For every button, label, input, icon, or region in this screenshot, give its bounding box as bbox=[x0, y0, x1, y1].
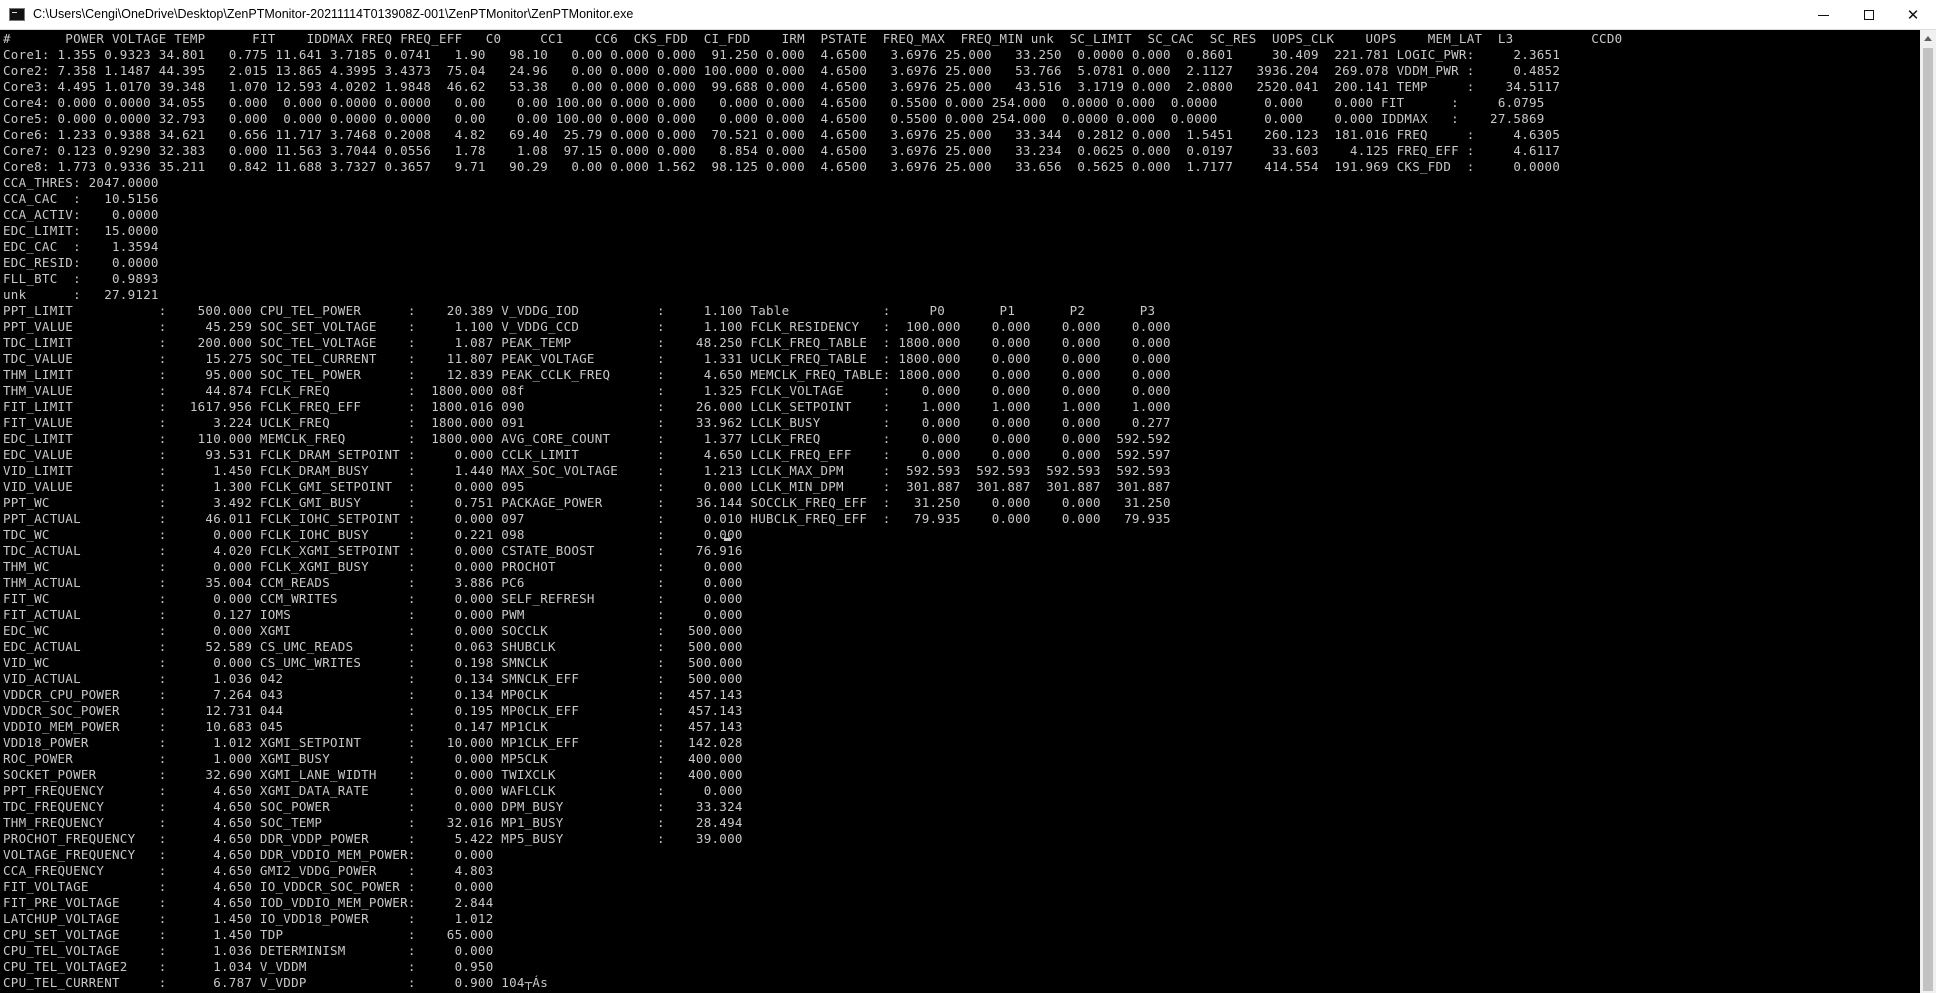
console-line: Core3: 4.495 1.0170 39.348 1.070 12.593 … bbox=[3, 79, 1561, 94]
arrow-up-icon bbox=[1924, 36, 1932, 41]
console-line: FIT_PRE_VOLTAGE : 4.650 IOD_VDDIO_MEM_PO… bbox=[3, 895, 494, 910]
console-line: PPT_VALUE : 45.259 SOC_SET_VOLTAGE : 1.1… bbox=[3, 319, 1171, 334]
console-line: SOCKET_POWER : 32.690 XGMI_LANE_WIDTH : … bbox=[3, 767, 743, 782]
console-line: CPU_TEL_VOLTAGE : 1.036 DETERMINISM : 0.… bbox=[3, 943, 494, 958]
console-line: ROC_POWER : 1.000 XGMI_BUSY : 0.000 MP5C… bbox=[3, 751, 743, 766]
console-line: Core4: 0.000 0.0000 34.055 0.000 0.000 0… bbox=[3, 95, 1545, 110]
console-line: VID_LIMIT : 1.450 FCLK_DRAM_BUSY : 1.440… bbox=[3, 463, 1171, 478]
console-line: TDC_FREQUENCY : 4.650 SOC_POWER : 0.000 … bbox=[3, 799, 743, 814]
console-line: CCA_CAC : 10.5156 bbox=[3, 191, 159, 206]
console-line: FIT_ACTUAL : 0.127 IOMS : 0.000 PWM : 0.… bbox=[3, 607, 743, 622]
console-line: FIT_VALUE : 3.224 UCLK_FREQ : 1800.000 0… bbox=[3, 415, 1171, 430]
title-bar[interactable]: C:\Users\Cengi\OneDrive\Desktop\ZenPTMon… bbox=[0, 0, 1936, 30]
console-line: TDC_VALUE : 15.275 SOC_TEL_CURRENT : 11.… bbox=[3, 351, 1171, 366]
minimize-icon bbox=[1817, 14, 1829, 16]
console-line: VID_ACTUAL : 1.036 042 : 0.134 SMNCLK_EF… bbox=[3, 671, 743, 686]
console-line: VDDCR_CPU_POWER : 7.264 043 : 0.134 MP0C… bbox=[3, 687, 743, 702]
console-line: CCA_THRES: 2047.0000 bbox=[3, 175, 159, 190]
console-line: FIT_LIMIT : 1617.956 FCLK_FREQ_EFF : 180… bbox=[3, 399, 1171, 414]
scroll-up-button[interactable] bbox=[1920, 30, 1936, 47]
console-line: Core1: 1.355 0.9323 34.801 0.775 11.641 … bbox=[3, 47, 1561, 62]
console-line: VDD18_POWER : 1.012 XGMI_SETPOINT : 10.0… bbox=[3, 735, 743, 750]
console-line: unk : 27.9121 bbox=[3, 287, 159, 302]
console-line: Core2: 7.358 1.1487 44.395 2.015 13.865 … bbox=[3, 63, 1561, 78]
console-line: Core8: 1.773 0.9336 35.211 0.842 11.688 … bbox=[3, 159, 1561, 174]
console-line: # POWER VOLTAGE TEMP FIT IDDMAX FREQ FRE… bbox=[3, 31, 1623, 46]
console-line: EDC_CAC : 1.3594 bbox=[3, 239, 159, 254]
close-icon: ✕ bbox=[1906, 6, 1920, 24]
console-line: EDC_VALUE : 93.531 FCLK_DRAM_SETPOINT : … bbox=[3, 447, 1171, 462]
console-line: EDC_ACTUAL : 52.589 CS_UMC_READS : 0.063… bbox=[3, 639, 743, 654]
console-line: PPT_WC : 3.492 FCLK_GMI_BUSY : 0.751 PAC… bbox=[3, 495, 1171, 510]
window-title: C:\Users\Cengi\OneDrive\Desktop\ZenPTMon… bbox=[33, 7, 634, 21]
console-line: THM_ACTUAL : 35.004 CCM_READS : 3.886 PC… bbox=[3, 575, 743, 590]
console-line: TDC_WC : 0.000 FCLK_IOHC_BUSY : 0.221 09… bbox=[3, 527, 743, 542]
close-button[interactable]: ✕ bbox=[1890, 0, 1936, 30]
console-line: CPU_TEL_VOLTAGE2 : 1.034 V_VDDM : 0.950 bbox=[3, 959, 494, 974]
console-line: EDC_LIMIT: 15.0000 bbox=[3, 223, 159, 238]
console-line: Core5: 0.000 0.0000 32.793 0.000 0.000 0… bbox=[3, 111, 1545, 126]
console-line: PPT_ACTUAL : 46.011 FCLK_IOHC_SETPOINT :… bbox=[3, 511, 1171, 526]
console-line: VOLTAGE_FREQUENCY : 4.650 DDR_VDDIO_MEM_… bbox=[3, 847, 494, 862]
console-app-icon bbox=[9, 8, 25, 21]
console-line: THM_WC : 0.000 FCLK_XGMI_BUSY : 0.000 PR… bbox=[3, 559, 743, 574]
console-text: # POWER VOLTAGE TEMP FIT IDDMAX FREQ FRE… bbox=[3, 31, 1622, 991]
console-line: CCA_ACTIV: 0.0000 bbox=[3, 207, 159, 222]
console-line: CPU_TEL_CURRENT : 6.787 V_VDDP : 0.900 1… bbox=[3, 975, 548, 990]
console-line: THM_VALUE : 44.874 FCLK_FREQ : 1800.000 … bbox=[3, 383, 1171, 398]
console-line: VDDCR_SOC_POWER : 12.731 044 : 0.195 MP0… bbox=[3, 703, 743, 718]
console-line: EDC_WC : 0.000 XGMI : 0.000 SOCCLK : 500… bbox=[3, 623, 743, 638]
console-line: TDC_LIMIT : 200.000 SOC_TEL_VOLTAGE : 1.… bbox=[3, 335, 1171, 350]
console-line: Core7: 0.123 0.9290 32.383 0.000 11.563 … bbox=[3, 143, 1561, 158]
console-line: VDDIO_MEM_POWER : 10.683 045 : 0.147 MP1… bbox=[3, 719, 743, 734]
console-line: PPT_LIMIT : 500.000 CPU_TEL_POWER : 20.3… bbox=[3, 303, 1156, 318]
console-line: PPT_FREQUENCY : 4.650 XGMI_DATA_RATE : 0… bbox=[3, 783, 743, 798]
console-line: EDC_RESID: 0.0000 bbox=[3, 255, 159, 270]
console-line: FIT_VOLTAGE : 4.650 IO_VDDCR_SOC_POWER :… bbox=[3, 879, 494, 894]
console-line: EDC_LIMIT : 110.000 MEMCLK_FREQ : 1800.0… bbox=[3, 431, 1171, 446]
text-cursor bbox=[724, 538, 731, 541]
scrollbar-thumb[interactable] bbox=[1923, 48, 1933, 991]
console-line: FLL_BTC : 0.9893 bbox=[3, 271, 159, 286]
minimize-button[interactable] bbox=[1800, 0, 1846, 30]
console-line: LATCHUP_VOLTAGE : 1.450 IO_VDD18_POWER :… bbox=[3, 911, 494, 926]
vertical-scrollbar[interactable] bbox=[1920, 30, 1936, 993]
maximize-button[interactable] bbox=[1846, 0, 1892, 30]
console-line: PROCHOT_FREQUENCY : 4.650 DDR_VDDP_POWER… bbox=[3, 831, 743, 846]
console-line: FIT_WC : 0.000 CCM_WRITES : 0.000 SELF_R… bbox=[3, 591, 743, 606]
console-line: VID_WC : 0.000 CS_UMC_WRITES : 0.198 SMN… bbox=[3, 655, 743, 670]
maximize-icon bbox=[1864, 10, 1874, 20]
console-line: CCA_FREQUENCY : 4.650 GMI2_VDDG_POWER : … bbox=[3, 863, 494, 878]
console-line: TDC_ACTUAL : 4.020 FCLK_XGMI_SETPOINT : … bbox=[3, 543, 743, 558]
console-line: Core6: 1.233 0.9388 34.621 0.656 11.717 … bbox=[3, 127, 1561, 142]
console-line: THM_FREQUENCY : 4.650 SOC_TEMP : 32.016 … bbox=[3, 815, 743, 830]
console-line: THM_LIMIT : 95.000 SOC_TEL_POWER : 12.83… bbox=[3, 367, 1171, 382]
console-line: VID_VALUE : 1.300 FCLK_GMI_SETPOINT : 0.… bbox=[3, 479, 1171, 494]
console-output[interactable]: # POWER VOLTAGE TEMP FIT IDDMAX FREQ FRE… bbox=[0, 30, 1920, 993]
console-line: CPU_SET_VOLTAGE : 1.450 TDP : 65.000 bbox=[3, 927, 494, 942]
